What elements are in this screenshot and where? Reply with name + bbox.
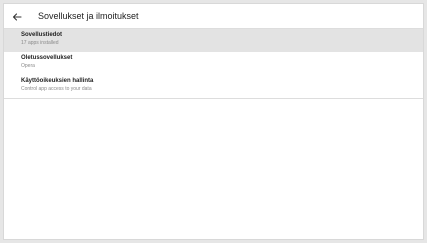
list-item-summary: Control app access to your data bbox=[21, 86, 92, 92]
top-app-bar: Sovellukset ja ilmoitukset bbox=[4, 4, 423, 29]
list-item-permission-manager[interactable]: Käyttöoikeuksien hallinta Control app ac… bbox=[4, 75, 423, 98]
divider bbox=[4, 98, 423, 99]
list-item-summary: Opera bbox=[21, 63, 35, 69]
list-item-app-info[interactable]: Sovellustiedot 17 apps installed bbox=[4, 29, 423, 52]
back-button[interactable] bbox=[9, 9, 25, 25]
list-item-label: Oletussovellukset bbox=[21, 55, 73, 61]
list-item-label: Käyttöoikeuksien hallinta bbox=[21, 78, 94, 84]
list-item-label: Sovellustiedot bbox=[21, 32, 63, 38]
list-item-summary: 17 apps installed bbox=[21, 40, 59, 46]
list-item-default-apps[interactable]: Oletussovellukset Opera bbox=[4, 52, 423, 75]
settings-list: Sovellustiedot 17 apps installed Oletuss… bbox=[4, 29, 423, 99]
page-title: Sovellukset ja ilmoitukset bbox=[38, 11, 139, 21]
arrow-left-icon bbox=[12, 13, 22, 21]
settings-window: Sovellukset ja ilmoitukset Sovellustiedo… bbox=[3, 3, 424, 240]
